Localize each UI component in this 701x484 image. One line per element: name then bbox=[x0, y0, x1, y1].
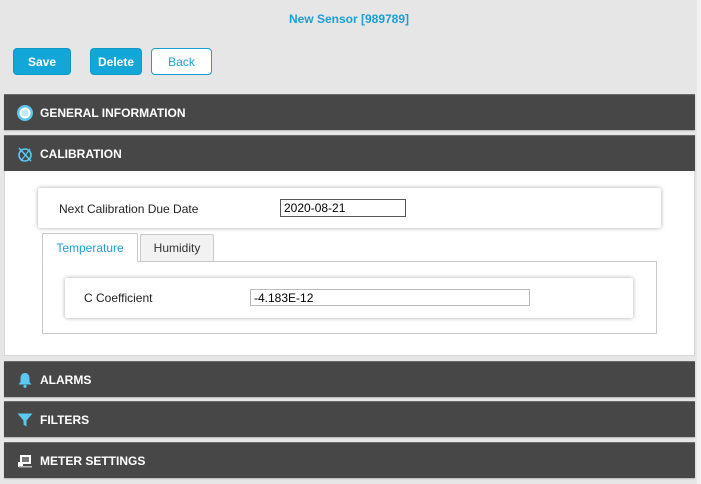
tab-temperature[interactable]: Temperature bbox=[42, 233, 138, 262]
coefficient-input[interactable] bbox=[250, 289, 530, 306]
delete-button[interactable]: Delete bbox=[90, 48, 142, 75]
coefficient-label: C Coefficient bbox=[84, 291, 153, 305]
funnel-icon bbox=[16, 411, 34, 429]
due-date-card: Next Calibration Due Date bbox=[38, 188, 661, 228]
coefficient-card: C Coefficient bbox=[65, 278, 633, 318]
page-title: New Sensor [989789] bbox=[288, 12, 410, 26]
section-meter-settings[interactable]: METER SETTINGS bbox=[4, 442, 695, 478]
temperature-tab-panel: C Coefficient bbox=[42, 261, 657, 334]
section-general-information[interactable]: GENERAL INFORMATION bbox=[4, 94, 695, 130]
due-date-label: Next Calibration Due Date bbox=[59, 202, 199, 216]
back-button[interactable]: Back bbox=[151, 48, 212, 75]
bell-icon bbox=[16, 371, 34, 389]
calibration-panel: Next Calibration Due Date Temperature Hu… bbox=[4, 171, 695, 356]
section-calibration[interactable]: CALIBRATION bbox=[4, 135, 695, 171]
section-label: METER SETTINGS bbox=[40, 453, 146, 468]
section-alarms[interactable]: ALARMS bbox=[4, 361, 695, 397]
meter-icon bbox=[16, 452, 34, 470]
info-circle-icon bbox=[16, 104, 34, 122]
section-label: ALARMS bbox=[40, 372, 92, 387]
section-filters[interactable]: FILTERS bbox=[4, 401, 695, 437]
scrollbar[interactable] bbox=[697, 0, 701, 484]
tab-humidity[interactable]: Humidity bbox=[140, 234, 214, 262]
due-date-input[interactable] bbox=[280, 199, 406, 217]
section-label: CALIBRATION bbox=[40, 146, 122, 161]
section-label: FILTERS bbox=[40, 412, 90, 427]
save-button[interactable]: Save bbox=[13, 48, 71, 75]
calibration-icon bbox=[16, 145, 34, 163]
section-label: GENERAL INFORMATION bbox=[40, 105, 186, 120]
